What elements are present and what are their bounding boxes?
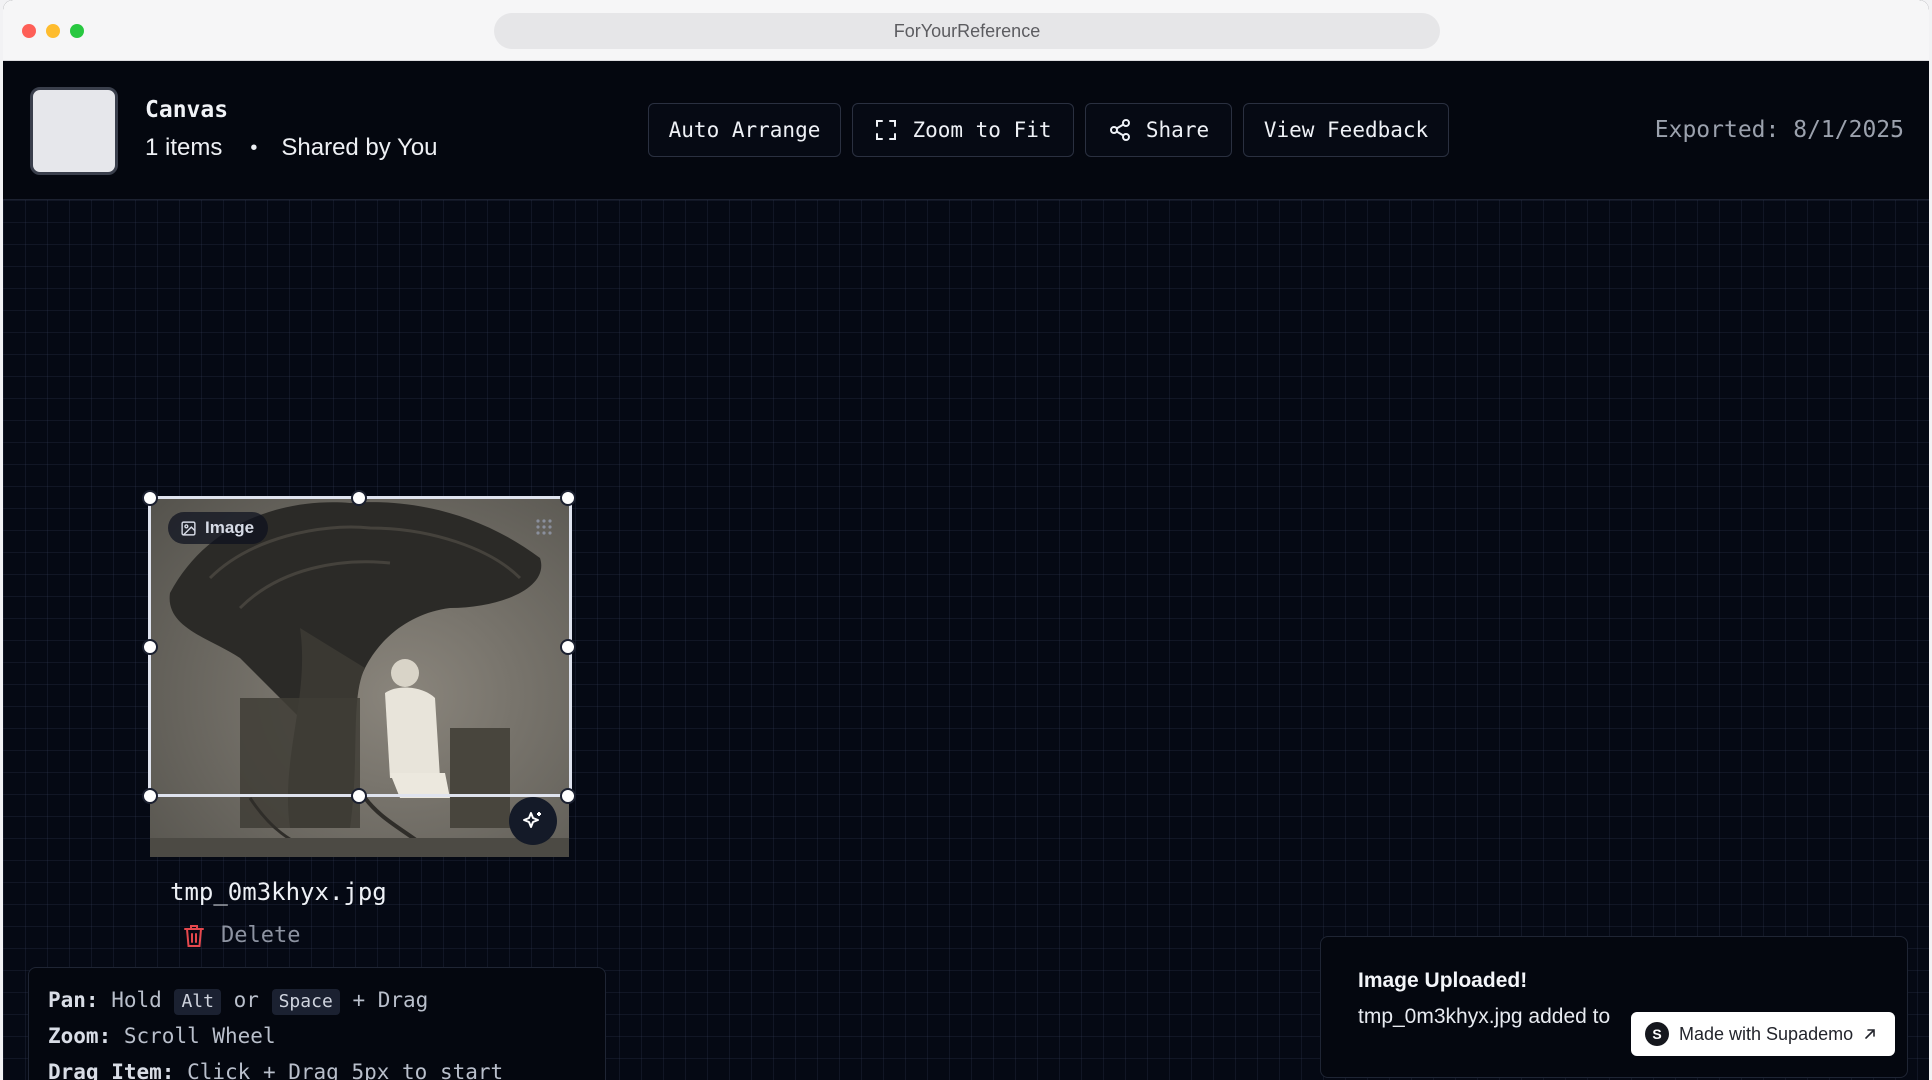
supademo-badge[interactable]: S Made with Supademo [1631,1012,1896,1056]
minimize-window-button[interactable] [46,24,60,38]
help-pan-row: Pan: Hold Alt or Space + Drag [48,982,605,1018]
auto-arrange-button[interactable]: Auto Arrange [648,103,841,157]
resize-handle-left[interactable] [142,639,158,655]
pan-hold-text: Hold [111,988,162,1012]
share-icon [1109,119,1130,141]
fullscreen-icon [876,120,897,140]
space-key: Space [271,989,340,1015]
drag-item-text: Click + Drag 5px to start [187,1060,504,1080]
resize-handle-bottom-right[interactable] [560,788,576,804]
image-filename: tmp_0m3khyx.jpg [170,878,387,906]
image-icon [181,520,196,536]
external-link-icon [1865,1029,1875,1039]
app-window: ForYourReference Canvas 1 items • Shared… [3,0,1929,1080]
share-button[interactable]: Share [1085,103,1232,157]
meta-separator: • [250,136,258,159]
page-title: Canvas [145,97,229,123]
trash-icon [184,924,204,947]
shared-by: Shared by You [281,134,438,161]
resize-handle-bottom[interactable] [351,788,367,804]
zoom-to-fit-button[interactable]: Zoom to Fit [852,103,1074,157]
image-type-label: Image [205,518,255,537]
resize-handle-top[interactable] [351,490,367,506]
supademo-label: Made with Supademo [1679,1023,1854,1044]
pan-drag-text: + Drag [352,988,429,1012]
zoom-text: Scroll Wheel [123,1024,276,1048]
canvas-meta: 1 items • Shared by You [145,134,438,162]
help-zoom-row: Zoom: Scroll Wheel [48,1018,605,1054]
zoom-label: Zoom: [48,1024,112,1048]
image-type-tag: Image [168,512,269,544]
close-window-button[interactable] [22,24,36,38]
delete-button[interactable]: Delete [183,923,300,948]
maximize-window-button[interactable] [70,24,84,38]
browser-chrome: ForYourReference [3,0,1929,61]
items-count: 1 items [145,134,223,161]
app-header: Canvas 1 items • Shared by You Auto Arra… [3,61,1929,200]
resize-handle-bottom-left[interactable] [142,788,158,804]
sparkle-icon [523,812,541,828]
supademo-logo: S [1645,1022,1669,1046]
upload-toast: Image Uploaded! tmp_0m3khyx.jpg added to [1320,936,1908,1078]
canvas-area[interactable]: Image tmp_0m3khyx.jpg Delete Pan: Hold A… [3,200,1929,1080]
share-label: Share [1145,118,1210,142]
view-feedback-button[interactable]: View Feedback [1243,103,1449,157]
alt-key: Alt [174,989,221,1015]
delete-label: Delete [221,923,301,948]
drag-grip-icon[interactable] [535,518,553,536]
drag-item-label: Drag Item: [48,1060,175,1080]
exported-date: Exported: 8/1/2025 [1654,117,1904,143]
help-drag-row: Drag Item: Click + Drag 5px to start [48,1054,605,1080]
resize-handle-right[interactable] [560,639,576,655]
resize-handle-top-right[interactable] [560,490,576,506]
resize-handle-top-left[interactable] [142,490,158,506]
view-feedback-label: View Feedback [1263,118,1429,142]
help-panel: Pan: Hold Alt or Space + Drag Zoom: Scro… [28,967,606,1080]
toast-title: Image Uploaded! [1358,969,1528,992]
ai-sparkle-button[interactable] [509,797,557,845]
auto-arrange-label: Auto Arrange [668,118,821,142]
pan-label: Pan: [48,988,99,1012]
or-text: or [233,988,259,1012]
address-bar[interactable]: ForYourReference [494,13,1440,49]
zoom-to-fit-label: Zoom to Fit [912,118,1052,142]
canvas-thumbnail[interactable] [30,87,118,175]
